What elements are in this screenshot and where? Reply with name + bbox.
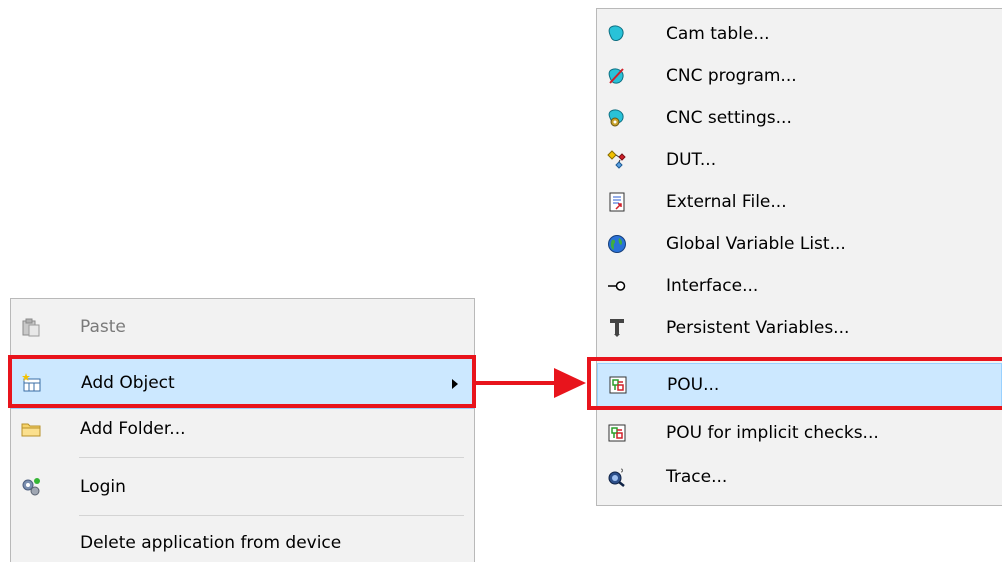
menu-item-pou[interactable]: POU... [597, 363, 1002, 407]
annotation-arrow-icon [474, 368, 586, 398]
external-file-icon [609, 192, 625, 212]
menu-item-label: Global Variable List... [666, 234, 846, 254]
menu-separator [79, 515, 464, 516]
menu-item-label: External File... [666, 192, 787, 212]
cnc-settings-icon [608, 109, 624, 127]
menu-item-external-file[interactable]: External File... [597, 183, 1002, 221]
menu-item-label: Interface... [666, 276, 759, 296]
menu-item-add-object[interactable]: Add Object [11, 357, 474, 409]
menu-item-label: CNC program... [666, 66, 797, 86]
menu-item-dut[interactable]: DUT... [597, 141, 1002, 179]
context-menu: Paste Add Object Add Folder... Login Del… [10, 298, 475, 562]
trace-icon [608, 468, 625, 487]
menu-item-login[interactable]: Login [11, 467, 474, 507]
menu-item-global-variable-list[interactable]: Global Variable List... [597, 225, 1002, 263]
pou-icon [609, 376, 627, 394]
menu-item-cam-table[interactable]: Cam table... [597, 15, 1002, 53]
login-gears-icon [22, 478, 40, 496]
menu-item-label: Cam table... [666, 24, 770, 44]
menu-item-cnc-program[interactable]: CNC program... [597, 57, 1002, 95]
menu-item-label: POU for implicit checks... [666, 423, 879, 443]
menu-item-trace[interactable]: Trace... [597, 457, 1002, 497]
menu-item-paste[interactable]: Paste [11, 309, 474, 345]
menu-item-label: Paste [80, 317, 126, 337]
interface-icon [608, 281, 626, 291]
menu-separator [79, 457, 464, 458]
menu-item-label: Add Object [81, 373, 175, 393]
paste-icon [22, 318, 40, 337]
globe-icon [608, 235, 626, 253]
menu-item-label: DUT... [666, 150, 717, 170]
menu-item-add-folder[interactable]: Add Folder... [11, 411, 474, 447]
dut-icon [607, 150, 626, 169]
menu-item-cnc-settings[interactable]: CNC settings... [597, 99, 1002, 137]
folder-icon [21, 423, 41, 437]
menu-item-label: Trace... [666, 467, 728, 487]
add-object-submenu: Cam table... CNC program... CNC settings… [596, 8, 1002, 506]
menu-item-label: CNC settings... [666, 108, 792, 128]
menu-item-label: Add Folder... [80, 419, 186, 439]
menu-item-interface[interactable]: Interface... [597, 267, 1002, 305]
menu-item-label: Persistent Variables... [666, 318, 850, 338]
add-object-icon [22, 373, 41, 392]
persistent-variables-icon [610, 319, 624, 337]
menu-item-label: POU... [667, 375, 720, 395]
menu-item-pou-implicit-checks[interactable]: POU for implicit checks... [597, 413, 1002, 453]
menu-item-label: Delete application from device [80, 533, 342, 553]
cam-table-icon [608, 25, 624, 42]
submenu-arrow-icon [452, 379, 458, 389]
menu-item-delete-application[interactable]: Delete application from device [11, 525, 474, 561]
menu-item-label: Login [80, 477, 126, 497]
cnc-program-icon [608, 68, 624, 84]
pou-icon [608, 424, 626, 442]
menu-item-persistent-variables[interactable]: Persistent Variables... [597, 309, 1002, 347]
